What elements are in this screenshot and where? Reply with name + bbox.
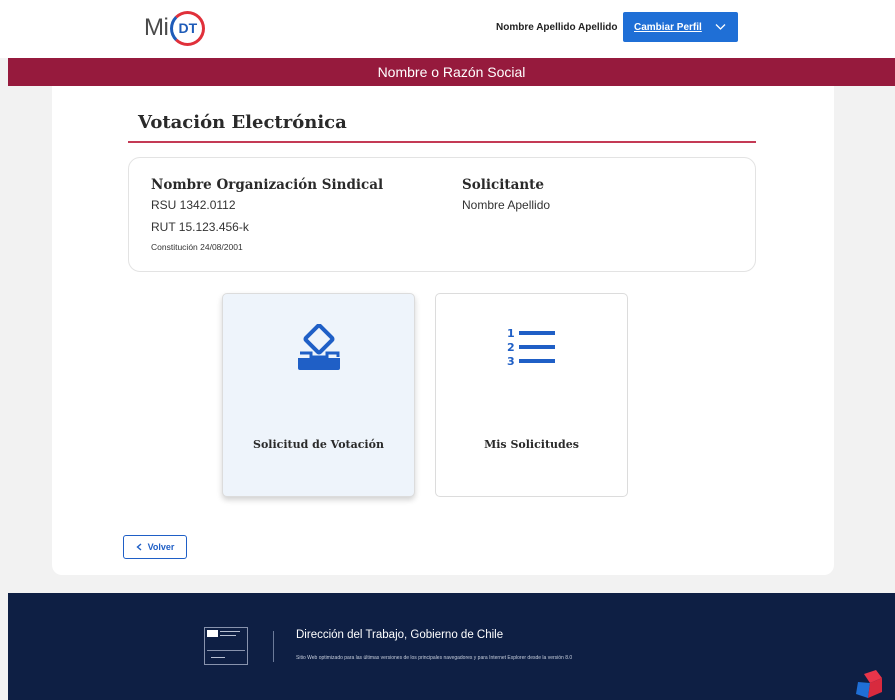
razon-social-text: Nombre o Razón Social — [377, 64, 526, 80]
ballot-box-icon — [297, 324, 340, 370]
mis-solicitudes-tile[interactable]: 1 2 3 Mis Solicitudes — [435, 293, 628, 497]
numbered-list-icon: 1 2 3 — [507, 327, 555, 368]
organization-name: Nombre Organización Sindical — [151, 177, 384, 193]
solicitud-votacion-tile[interactable]: Solicitud de Votación — [222, 293, 415, 497]
logo-dt-text: DT — [178, 20, 198, 36]
svg-text:2: 2 — [507, 341, 515, 354]
mis-solicitudes-label: Mis Solicitudes — [484, 438, 579, 451]
change-profile-label: Cambiar Perfil — [634, 21, 702, 33]
mi-dt-logo[interactable]: Mi DT — [144, 10, 206, 46]
user-name: Nombre Apellido Apellido — [496, 22, 618, 33]
organization-constitution-date: Constitución 24/08/2001 — [151, 242, 243, 252]
svg-text:3: 3 — [507, 355, 515, 368]
title-divider — [128, 141, 756, 143]
solicitud-votacion-label: Solicitud de Votación — [253, 438, 384, 451]
razon-social-banner: Nombre o Razón Social — [8, 58, 895, 86]
footer-title: Dirección del Trabajo, Gobierno de Chile — [296, 629, 504, 641]
chevron-left-icon — [135, 543, 142, 551]
solicitante-heading: Solicitante — [462, 177, 544, 193]
chevron-down-icon — [715, 24, 726, 30]
logo-mi-text: Mi — [144, 14, 169, 41]
organization-rut: RUT 15.123.456-k — [151, 220, 249, 234]
page-title: Votación Electrónica — [138, 112, 347, 133]
back-button-label: Volver — [147, 542, 175, 552]
footer-browser-note: Sitio Web optimizado para las últimas ve… — [296, 655, 573, 661]
solicitante-name: Nombre Apellido — [462, 198, 551, 212]
cube-logo-icon — [856, 670, 882, 698]
direccion-trabajo-logo — [204, 627, 248, 665]
change-profile-button[interactable]: Cambiar Perfil — [623, 12, 738, 42]
svg-text:1: 1 — [507, 327, 515, 340]
back-button[interactable]: Volver — [123, 535, 187, 559]
footer-divider — [273, 631, 274, 662]
organization-rsu: RSU 1342.0112 — [151, 198, 236, 212]
page-footer — [8, 593, 895, 700]
organization-info-card — [128, 157, 756, 272]
logo-dt-circle: DT — [170, 10, 206, 46]
top-header: Mi DT Nombre Apellido Apellido Cambiar P… — [0, 0, 895, 58]
